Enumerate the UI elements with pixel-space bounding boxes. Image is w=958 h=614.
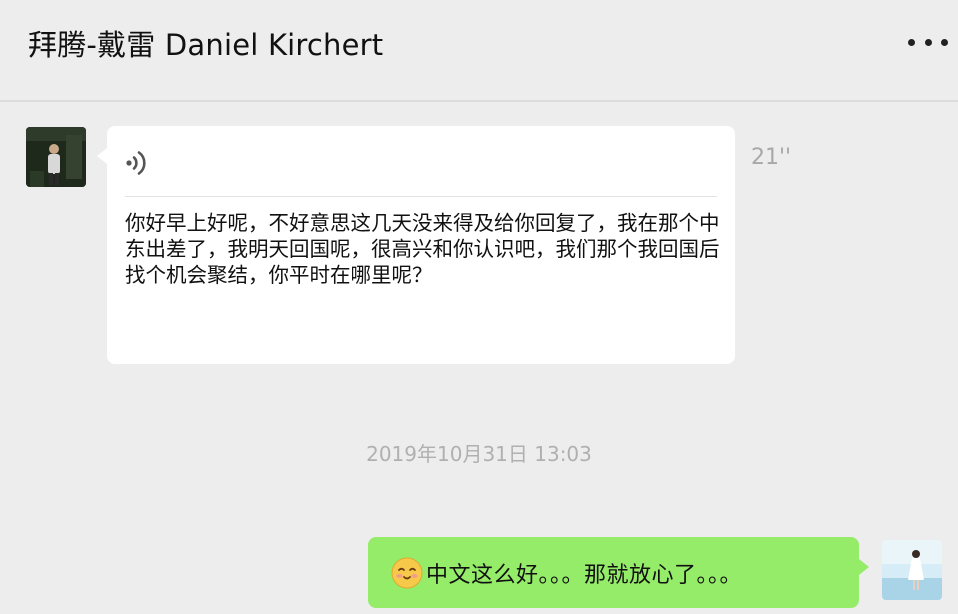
contact-avatar-image xyxy=(26,127,86,187)
chat-title: 拜腾-戴雷 Daniel Kirchert xyxy=(28,28,384,62)
voice-wave-icon xyxy=(126,151,146,175)
incoming-voice-bubble[interactable]: 你好早上好呢，不好意思这几天没来得及给你回复了，我在那个中东出差了，我明天回国呢… xyxy=(97,126,735,364)
outgoing-text-bubble[interactable]: 中文这么好。。。那就放心了。。。 xyxy=(368,537,869,608)
voice-transcript-text: 你好早上好呢，不好意思这几天没来得及给你回复了，我在那个中东出差了，我明天回国呢… xyxy=(125,211,720,287)
more-dots-icon[interactable] xyxy=(908,30,948,54)
dot xyxy=(908,38,915,46)
dot xyxy=(924,38,932,46)
dot xyxy=(941,38,948,46)
voice-duration: 21'' xyxy=(751,145,792,170)
self-avatar[interactable] xyxy=(882,540,942,600)
self-avatar-image xyxy=(882,540,942,600)
message-timestamp: 2019年10月31日 13:03 xyxy=(366,442,592,466)
contact-avatar[interactable] xyxy=(26,127,86,187)
chat-header: 拜腾-戴雷 Daniel Kirchert xyxy=(0,0,958,102)
outgoing-message-text: 中文这么好。。。那就放心了。。。 xyxy=(426,562,743,588)
bubble-divider xyxy=(125,196,717,197)
smile-emoji-icon xyxy=(391,557,423,588)
